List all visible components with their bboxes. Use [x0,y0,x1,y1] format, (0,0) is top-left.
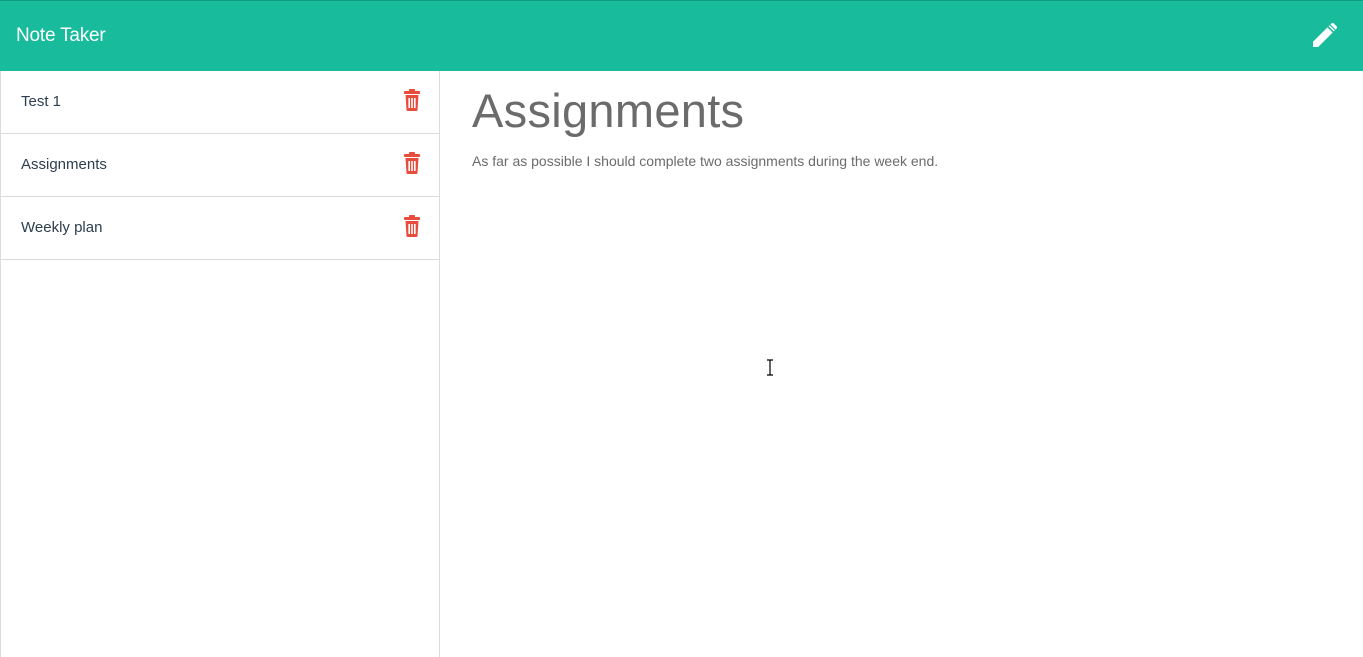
note-list-item-title: Weekly plan [21,219,103,236]
note-title[interactable]: Assignments [472,83,744,139]
note-list-item-title: Assignments [21,156,107,173]
note-list-item[interactable]: Assignments [1,134,439,197]
trash-icon[interactable] [402,152,422,174]
navbar: Note Taker [0,0,1363,71]
brand-title[interactable]: Note Taker [16,24,106,48]
pencil-icon [1313,23,1337,47]
trash-icon[interactable] [402,215,422,237]
new-note-button[interactable] [1307,21,1339,53]
note-list-item-title: Test 1 [21,93,62,110]
trash-icon[interactable] [402,89,422,111]
note-list-item[interactable]: Test 1 [1,71,439,134]
text-cursor-icon [767,359,773,376]
note-editor: Assignments As far as possible I should … [440,71,1363,657]
note-list: Test 1 Assignments Weekly plan [1,71,439,260]
note-list-sidebar: Test 1 Assignments Weekly plan [0,71,440,657]
note-text[interactable]: As far as possible I should complete two… [472,152,938,170]
note-list-item[interactable]: Weekly plan [1,197,439,260]
